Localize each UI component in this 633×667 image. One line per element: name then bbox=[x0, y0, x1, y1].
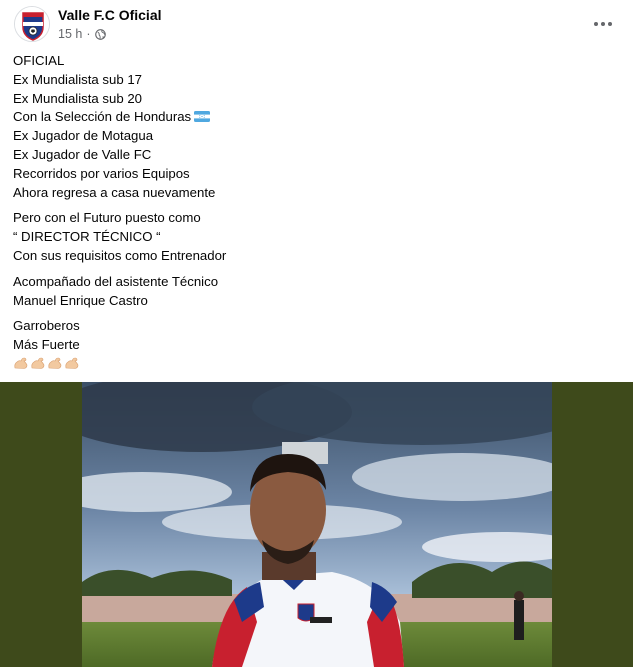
facebook-post: Valle F.C Oficial 15 h · OFICIAL Ex Mund… bbox=[0, 0, 633, 667]
text-line: Con sus requisitos como Entrenador bbox=[13, 247, 227, 263]
paragraph-3: Acompañado del asistente Técnico Manuel … bbox=[13, 273, 613, 311]
post-meta: 15 h · bbox=[58, 27, 106, 41]
text-line: Recorridos por varios Equipos bbox=[13, 165, 190, 181]
text-line: OFICIAL bbox=[13, 53, 65, 68]
text-line: Manuel Enrique Castro bbox=[13, 292, 148, 308]
paragraph-4: Garroberos Más Fuerte bbox=[13, 317, 613, 370]
more-options-dot bbox=[608, 22, 612, 26]
post-photo-container[interactable] bbox=[0, 382, 633, 667]
globe-icon[interactable] bbox=[94, 28, 106, 40]
text-line: Ex Jugador de Motagua bbox=[13, 128, 154, 144]
emoji-row bbox=[13, 356, 613, 370]
flexed-biceps-emoji bbox=[31, 357, 45, 369]
flexed-biceps-emoji bbox=[48, 357, 62, 369]
coach-photo-image bbox=[82, 382, 552, 667]
text-line: Ex Mundialista sub 17 bbox=[13, 71, 143, 87]
page-name-link[interactable]: Valle F.C Oficial bbox=[58, 7, 162, 23]
page-avatar[interactable] bbox=[14, 6, 50, 42]
paragraph-1: OFICIAL Ex Mundialista sub 17 Ex Mundial… bbox=[13, 52, 613, 202]
honduras-flag-emoji bbox=[194, 111, 211, 123]
text-line: “ DIRECTOR TÉCNICO “ bbox=[13, 229, 161, 245]
more-options-button[interactable] bbox=[591, 12, 615, 36]
meta-separator: · bbox=[86, 27, 91, 41]
text-line: Con la Selección de Honduras bbox=[13, 109, 192, 125]
text-line: Más Fuerte bbox=[13, 337, 80, 353]
post-header: Valle F.C Oficial 15 h · bbox=[0, 0, 633, 50]
text-line: Ex Jugador de Valle FC bbox=[13, 146, 152, 162]
post-photo[interactable] bbox=[82, 382, 552, 667]
text-line: Garroberos bbox=[13, 318, 80, 334]
valle-fc-crest-icon bbox=[15, 7, 49, 41]
more-options-icon bbox=[594, 22, 598, 26]
post-time-link[interactable]: 15 h bbox=[58, 27, 82, 41]
flexed-biceps-emoji bbox=[14, 357, 28, 369]
text-line: Ahora regresa a casa nuevamente bbox=[13, 184, 216, 200]
text-line: Ex Mundialista sub 20 bbox=[13, 90, 143, 106]
more-options-dot bbox=[601, 22, 605, 26]
flexed-biceps-emoji bbox=[65, 357, 79, 369]
text-line: Pero con el Futuro puesto como bbox=[13, 210, 201, 226]
paragraph-2: Pero con el Futuro puesto como “ DIRECTO… bbox=[13, 209, 613, 265]
post-text: OFICIAL Ex Mundialista sub 17 Ex Mundial… bbox=[13, 52, 613, 377]
text-line-with-flag: Con la Selección de Honduras bbox=[13, 108, 613, 127]
text-line: Acompañado del asistente Técnico bbox=[13, 273, 219, 289]
